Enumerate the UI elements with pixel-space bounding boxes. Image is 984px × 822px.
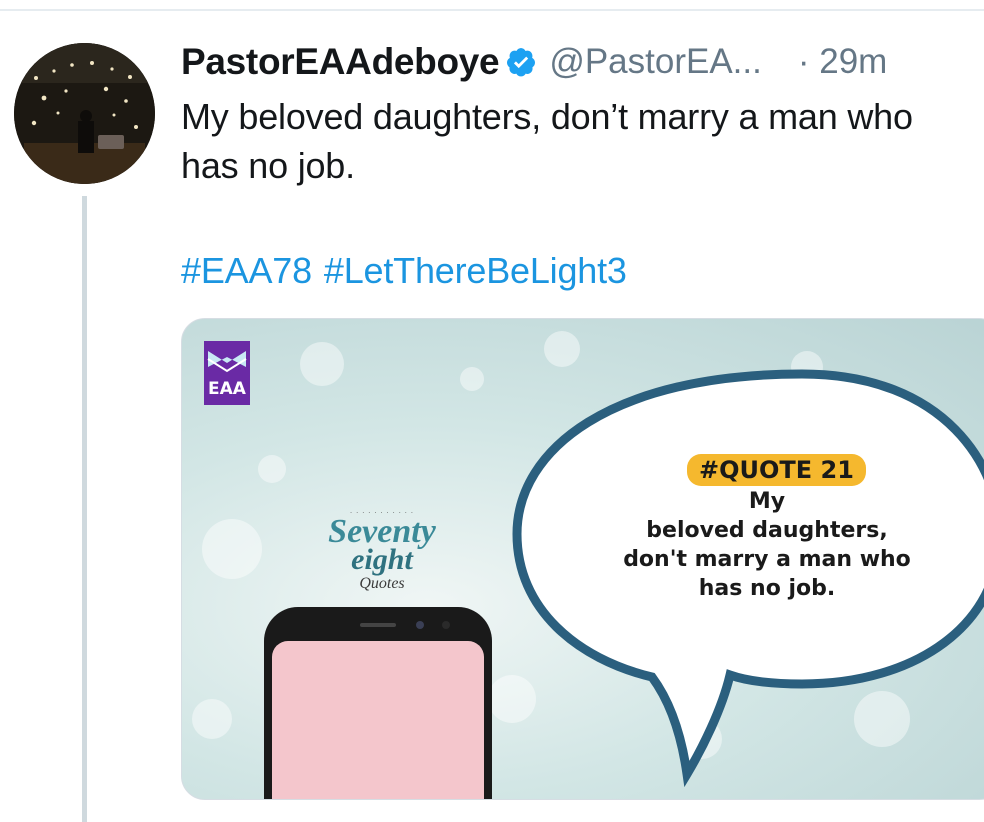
phone-camera-icon bbox=[416, 621, 424, 629]
seventy-eight-quotes-logo: · · · · · · · · · · · Seventy eight Quot… bbox=[312, 509, 452, 593]
tweet-text: My beloved daughters, don’t marry a man … bbox=[181, 96, 913, 186]
quote-line: My bbox=[748, 489, 786, 514]
media-image[interactable]: EAA · · · · · · · · · · · Seventy eight … bbox=[181, 318, 984, 800]
phone-sensor-icon bbox=[442, 621, 450, 629]
verified-badge-icon bbox=[507, 48, 536, 77]
logo-icon bbox=[207, 351, 247, 373]
brand-line-2: eight bbox=[351, 543, 413, 576]
phone-illustration bbox=[264, 607, 492, 799]
hashtags: #EAA78 #LetThereBeLight3 bbox=[181, 250, 639, 292]
brand-line-3: Quotes bbox=[359, 575, 405, 592]
phone-screen bbox=[272, 641, 484, 799]
thread-line bbox=[82, 196, 87, 822]
avatar[interactable] bbox=[14, 43, 155, 184]
handle[interactable]: @PastorEA... bbox=[549, 42, 762, 82]
top-divider bbox=[0, 9, 984, 11]
timestamp[interactable]: · 29m bbox=[798, 42, 887, 82]
quote-line: has no job. bbox=[698, 576, 836, 601]
quote-number-badge: #QUOTE 21 bbox=[687, 454, 866, 486]
quote-line: beloved daughters, bbox=[646, 518, 888, 543]
logo-text: EAA bbox=[208, 379, 246, 399]
eaa-logo: EAA bbox=[204, 341, 250, 405]
tweet-header: PastorEAAdeboye @PastorEA... · 29m bbox=[181, 38, 887, 86]
display-name[interactable]: PastorEAAdeboye bbox=[181, 41, 500, 83]
hashtag-link[interactable]: #LetThereBeLight3 bbox=[324, 250, 627, 291]
phone-speaker bbox=[360, 623, 396, 627]
quote-text: My beloved daughters, don't marry a man … bbox=[592, 487, 942, 603]
hashtag-link[interactable]: #EAA78 bbox=[181, 250, 312, 291]
quote-line: don't marry a man who bbox=[623, 547, 911, 572]
